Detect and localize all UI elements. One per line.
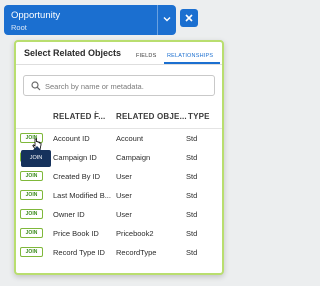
close-button[interactable] <box>180 9 198 27</box>
column-header-type[interactable]: TYPE <box>188 112 210 121</box>
join-button[interactable]: JOIN <box>20 228 43 238</box>
related-field: Price Book ID <box>53 229 99 238</box>
related-field: Owner ID <box>53 210 85 219</box>
relation-type: Std <box>186 210 198 219</box>
related-object: Campaign <box>116 153 151 162</box>
table-row: JOIN Last Modified B... User Std <box>16 186 222 205</box>
relation-type: Std <box>186 248 198 257</box>
search-placeholder: Search by name or metadata. <box>45 82 144 91</box>
relation-type: Std <box>186 229 198 238</box>
table-row: JOIN Owner ID User Std <box>16 205 222 224</box>
context-path: Root <box>11 23 27 32</box>
sort-asc-icon[interactable]: ↑ <box>94 110 98 117</box>
column-header-related-object[interactable]: RELATED OBJE... <box>116 112 187 121</box>
related-object: User <box>116 172 132 181</box>
tab-fields[interactable]: FIELDS <box>136 53 156 59</box>
relation-type: Std <box>186 172 198 181</box>
table-row: JOIN Created By ID User Std <box>16 167 222 186</box>
related-field: Account ID <box>53 134 90 143</box>
column-header-related-field[interactable]: RELATED F... <box>53 112 105 121</box>
join-button[interactable]: JOIN <box>20 171 43 181</box>
related-object: Account <box>116 134 144 143</box>
related-field: Created By ID <box>53 172 101 181</box>
divider <box>16 64 222 65</box>
relation-type: Std <box>186 153 198 162</box>
table-row: JOIN Account ID Account Std <box>16 129 222 148</box>
related-object: User <box>116 210 132 219</box>
relation-type: Std <box>186 134 198 143</box>
join-button[interactable]: JOIN <box>20 190 43 200</box>
join-button[interactable]: JOIN <box>20 209 43 219</box>
context-object-name: Opportunity <box>11 10 61 21</box>
table-row: JOIN Price Book ID Pricebook2 Std <box>16 224 222 243</box>
related-object: User <box>116 191 132 200</box>
panel-title: Select Related Objects <box>24 48 122 58</box>
tab-relationships[interactable]: RELATIONSHIPS <box>167 53 213 59</box>
related-objects-panel: Select Related Objects FIELDS RELATIONSH… <box>14 40 224 275</box>
search-icon <box>31 81 41 91</box>
relation-type: Std <box>186 191 198 200</box>
table-row: JOIN Record Type ID RecordType Std <box>16 243 222 262</box>
close-icon <box>185 14 193 22</box>
related-field: Campaign ID <box>53 153 97 162</box>
object-context-selector[interactable]: Opportunity Root <box>4 5 176 35</box>
join-button[interactable]: JOIN <box>20 247 43 257</box>
related-field: Record Type ID <box>53 248 105 257</box>
related-field: Last Modified B... <box>53 191 111 200</box>
related-object: Pricebook2 <box>116 229 154 238</box>
search-input[interactable]: Search by name or metadata. <box>23 75 215 96</box>
related-object: RecordType <box>116 248 157 257</box>
join-tooltip: JOIN <box>21 146 51 167</box>
chevron-down-icon[interactable] <box>157 5 176 35</box>
